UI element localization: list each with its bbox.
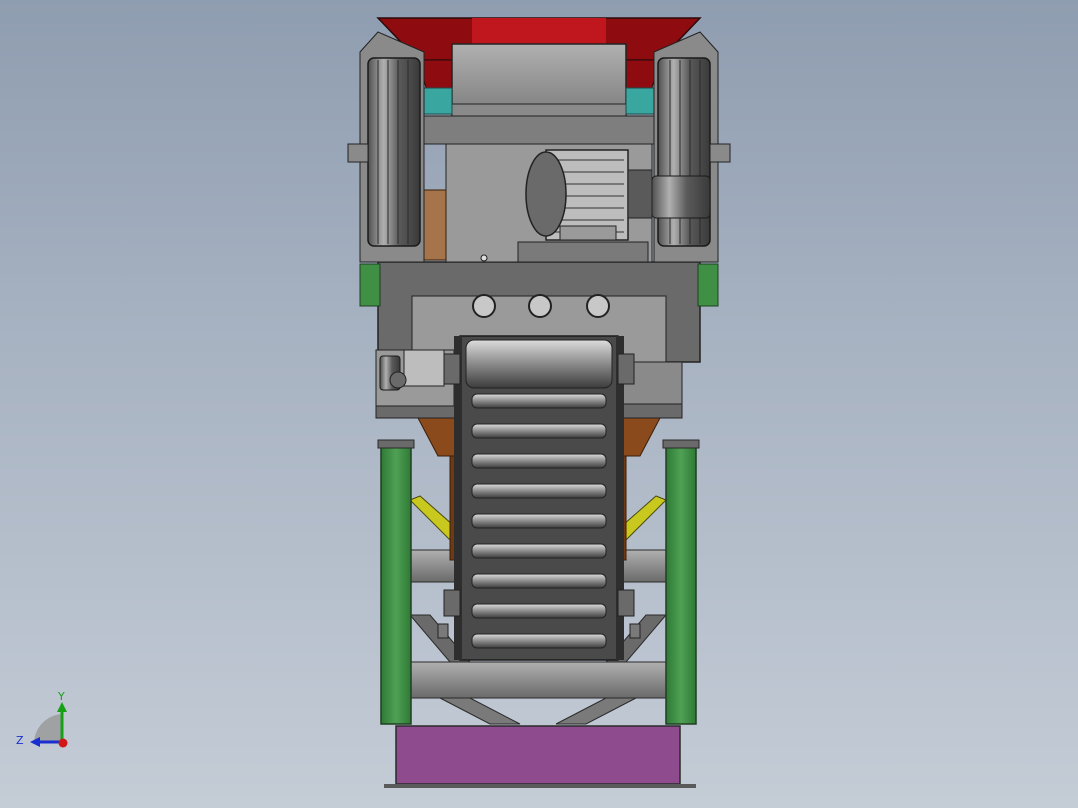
flywheel-right	[651, 31, 731, 263]
cad-viewport[interactable]: Y Z	[0, 0, 1078, 808]
conveyor-drive	[375, 349, 455, 407]
orientation-triad: Y Z	[16, 690, 68, 748]
flywheel-left	[347, 31, 425, 263]
belt-conveyor	[437, 335, 641, 661]
y-axis-label: Y	[57, 690, 65, 703]
crusher-model-drawing: Y Z	[16, 17, 731, 788]
z-axis-label: Z	[16, 734, 24, 747]
discharge-bin	[384, 725, 696, 788]
